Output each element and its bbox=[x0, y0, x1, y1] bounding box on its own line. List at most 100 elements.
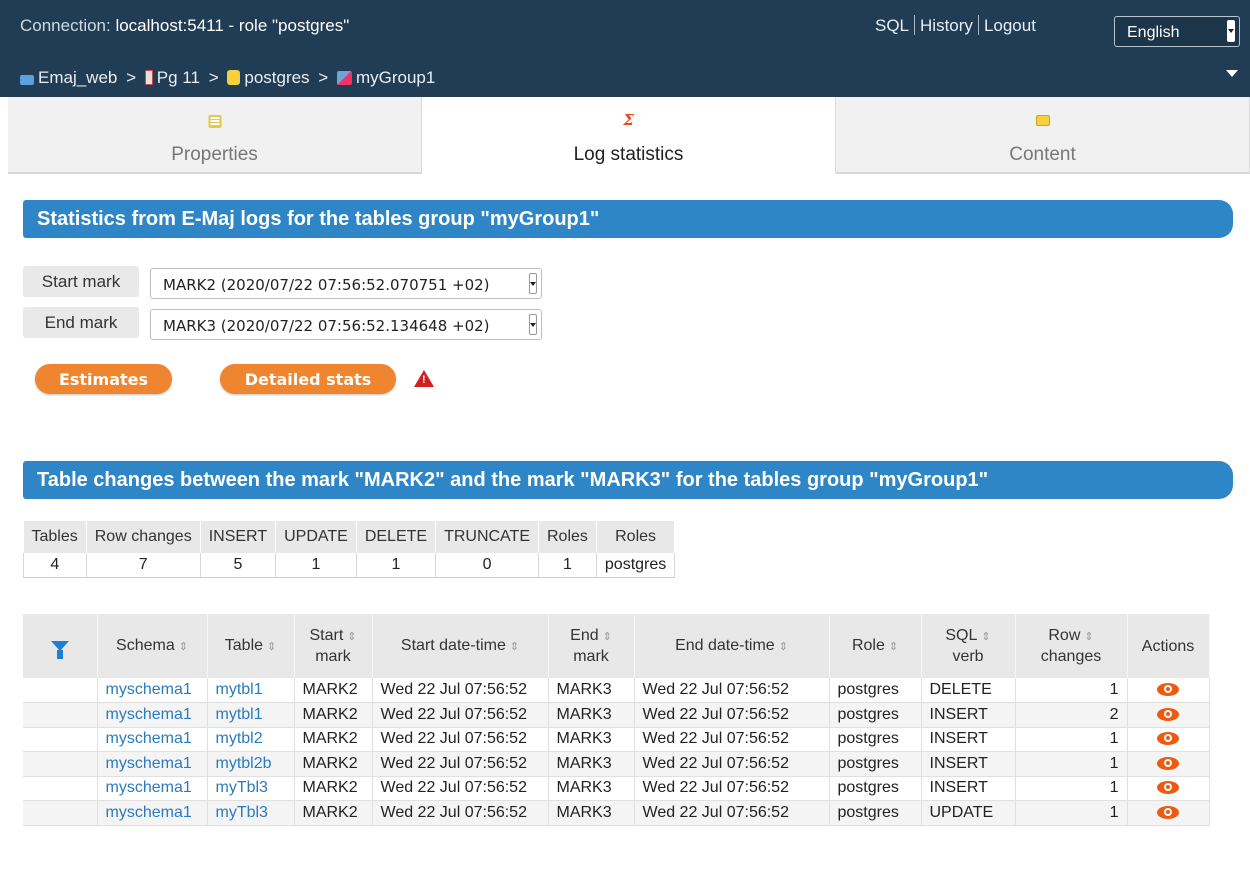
col-header-schema[interactable]: Schema ⇕ bbox=[97, 614, 208, 678]
history-link[interactable]: History bbox=[920, 16, 973, 35]
end-mark-cell: MARK3 bbox=[548, 800, 635, 826]
col-header-start-datetime[interactable]: Start date-time ⇕ bbox=[372, 614, 549, 678]
language-select[interactable]: English bbox=[1114, 16, 1240, 47]
sql-link[interactable]: SQL bbox=[875, 16, 909, 35]
role-cell: postgres bbox=[829, 678, 922, 703]
header-label: SQL bbox=[945, 627, 978, 644]
detailed-stats-button[interactable]: Detailed stats bbox=[220, 364, 396, 394]
header-label: Schema bbox=[116, 636, 175, 654]
col-header-table[interactable]: Table ⇕ bbox=[207, 614, 295, 678]
schema-link[interactable]: myschema1 bbox=[97, 727, 208, 752]
start-mark-select[interactable]: MARK2 (2020/07/22 07:56:52.070751 +02) bbox=[150, 268, 542, 299]
row-filter-cell bbox=[23, 776, 98, 801]
summary-header: Roles bbox=[538, 521, 597, 553]
col-header-row-changes[interactable]: Row ⇕ changes bbox=[1015, 614, 1128, 678]
caret-down-icon[interactable] bbox=[1226, 70, 1238, 77]
end-datetime-cell: Wed 22 Jul 07:56:52 bbox=[634, 751, 830, 777]
table-link[interactable]: mytbl1 bbox=[207, 678, 295, 703]
header-label: verb bbox=[952, 648, 984, 665]
group-icon bbox=[336, 71, 352, 85]
row-filter-cell bbox=[23, 751, 98, 777]
link-divider bbox=[977, 15, 979, 35]
role-cell: postgres bbox=[829, 800, 922, 826]
summary-header: Tables bbox=[23, 521, 87, 553]
tab-content[interactable]: Content bbox=[836, 97, 1250, 174]
eye-icon[interactable] bbox=[1157, 683, 1179, 696]
connection-prefix: Connection: bbox=[20, 16, 116, 35]
start-mark-cell: MARK2 bbox=[294, 727, 373, 752]
table-row: myschema1 mytbl2 MARK2 Wed 22 Jul 07:56:52 M… bbox=[23, 727, 1210, 752]
end-mark-cell: MARK3 bbox=[548, 678, 635, 703]
col-header-role[interactable]: Role ⇕ bbox=[829, 614, 922, 678]
connection-info: Connection: localhost:5411 - role "postg… bbox=[20, 16, 349, 36]
header-label: End date-time bbox=[675, 636, 775, 654]
summary-header: DELETE bbox=[356, 521, 437, 553]
summary-header-row: Tables Row changes INSERT UPDATE DELETE … bbox=[23, 521, 676, 553]
filter-header[interactable] bbox=[23, 614, 98, 678]
sql-verb-cell: INSERT bbox=[921, 751, 1016, 777]
tab-label: Content bbox=[1009, 144, 1076, 165]
breadcrumb-item-group[interactable]: myGroup1 bbox=[356, 68, 435, 87]
sort-icon: ⇕ bbox=[1084, 631, 1094, 643]
summary-header: TRUNCATE bbox=[435, 521, 539, 553]
table-link[interactable]: mytbl1 bbox=[207, 702, 295, 728]
breadcrumb-item-server[interactable]: Pg 11 bbox=[157, 68, 200, 87]
row-changes-cell: 1 bbox=[1015, 800, 1128, 826]
actions-cell bbox=[1127, 751, 1210, 777]
end-datetime-cell: Wed 22 Jul 07:56:52 bbox=[634, 678, 830, 703]
schema-link[interactable]: myschema1 bbox=[97, 776, 208, 801]
breadcrumb-item-emaj[interactable]: Emaj_web bbox=[38, 68, 117, 87]
summary-header: UPDATE bbox=[275, 521, 357, 553]
chevron-down-icon bbox=[529, 314, 537, 335]
eye-icon[interactable] bbox=[1157, 707, 1179, 721]
actions-cell bbox=[1127, 776, 1210, 801]
summary-table: Tables Row changes INSERT UPDATE DELETE … bbox=[23, 521, 676, 578]
emaj-icon bbox=[20, 75, 34, 85]
table-link[interactable]: mytbl2b bbox=[207, 751, 295, 777]
col-header-end-mark[interactable]: End ⇕ mark bbox=[548, 614, 635, 678]
eye-icon[interactable] bbox=[1157, 781, 1179, 795]
start-mark-label: Start mark bbox=[23, 266, 139, 297]
end-mark-label: End mark bbox=[23, 307, 139, 338]
connection-role: - role "postgres" bbox=[223, 16, 350, 35]
schema-link[interactable]: myschema1 bbox=[97, 751, 208, 777]
eye-icon[interactable] bbox=[1157, 756, 1179, 770]
tab-label: Properties bbox=[171, 144, 258, 165]
start-datetime-cell: Wed 22 Jul 07:56:52 bbox=[372, 727, 549, 752]
schema-link[interactable]: myschema1 bbox=[97, 702, 208, 728]
schema-link[interactable]: myschema1 bbox=[97, 678, 208, 703]
role-cell: postgres bbox=[829, 751, 922, 777]
start-mark-value: MARK2 (2020/07/22 07:56:52.070751 +02) bbox=[163, 276, 490, 294]
col-header-end-datetime[interactable]: End date-time ⇕ bbox=[634, 614, 830, 678]
eye-icon[interactable] bbox=[1157, 805, 1179, 819]
summary-value-row: 4 7 5 1 1 0 1 postgres bbox=[23, 553, 676, 578]
sql-verb-cell: DELETE bbox=[921, 678, 1016, 703]
header-label: changes bbox=[1040, 648, 1102, 665]
logout-link[interactable]: Logout bbox=[984, 16, 1036, 35]
col-header-sql-verb[interactable]: SQL ⇕ verb bbox=[921, 614, 1016, 678]
changes-section-title: Table changes between the mark "MARK2" a… bbox=[23, 461, 1233, 499]
header-label: End bbox=[570, 627, 599, 644]
breadcrumb-separator: > bbox=[126, 68, 137, 87]
breadcrumb-item-database[interactable]: postgres bbox=[244, 68, 309, 87]
table-link[interactable]: myTbl3 bbox=[207, 800, 295, 826]
sort-icon: ⇕ bbox=[981, 631, 991, 643]
estimates-button[interactable]: Estimates bbox=[35, 364, 172, 394]
table-link[interactable]: myTbl3 bbox=[207, 776, 295, 801]
end-mark-select[interactable]: MARK3 (2020/07/22 07:56:52.134648 +02) bbox=[150, 309, 542, 340]
filter-icon[interactable] bbox=[50, 640, 69, 659]
folder-icon bbox=[1035, 115, 1050, 126]
col-header-start-mark[interactable]: Start ⇕ mark bbox=[294, 614, 373, 678]
summary-header: Roles bbox=[596, 521, 676, 553]
schema-link[interactable]: myschema1 bbox=[97, 800, 208, 826]
row-changes-cell: 1 bbox=[1015, 727, 1128, 752]
end-mark-cell: MARK3 bbox=[548, 751, 635, 777]
eye-icon[interactable] bbox=[1157, 732, 1179, 746]
tab-log-statistics[interactable]: Σ Log statistics bbox=[422, 97, 836, 174]
summary-cell: postgres bbox=[596, 553, 676, 578]
table-link[interactable]: mytbl2 bbox=[207, 727, 295, 752]
sort-icon: ⇕ bbox=[888, 640, 899, 653]
start-datetime-cell: Wed 22 Jul 07:56:52 bbox=[372, 776, 549, 801]
tab-properties[interactable]: Properties bbox=[8, 97, 422, 174]
actions-cell bbox=[1127, 678, 1210, 703]
